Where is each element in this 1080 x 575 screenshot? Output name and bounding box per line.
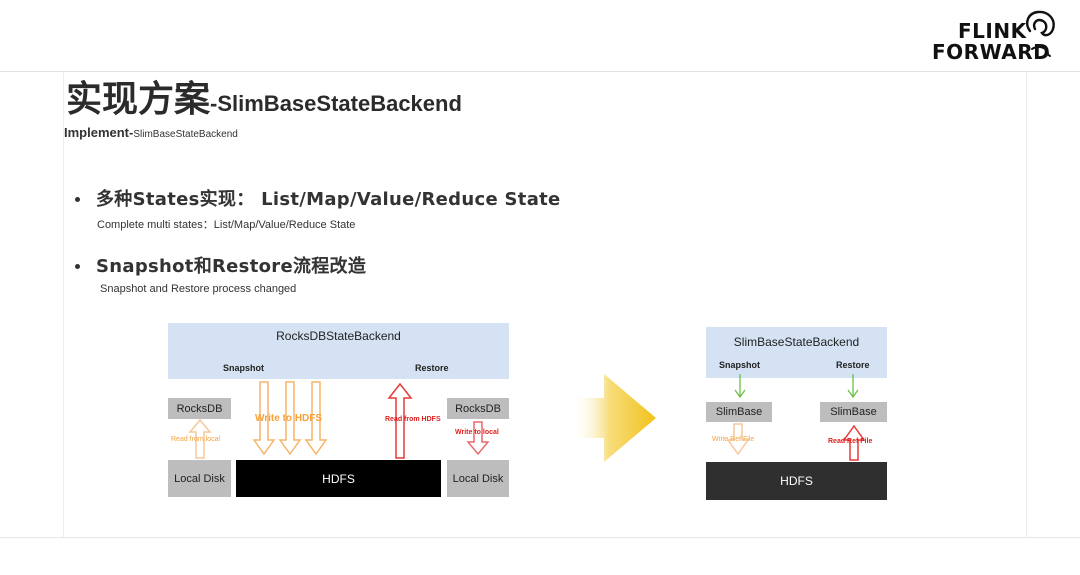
- restore-green-arrow: [847, 374, 859, 399]
- page-subtitle: Implement-SlimBaseStateBackend: [64, 124, 238, 142]
- write-to-local-arrow: [466, 421, 490, 456]
- transition-arrow-icon: [572, 374, 656, 462]
- title-chinese: 实现方案: [66, 79, 211, 120]
- hdfs-box-left: HDFS: [236, 460, 441, 497]
- bullet-dot: [75, 264, 80, 269]
- squirrel-icon: [1026, 10, 1055, 57]
- rocksdb-header-label: RocksDBStateBackend: [276, 329, 401, 343]
- read-ref-file-label: Read Ref File: [828, 438, 873, 445]
- bullet-1-subtext: Complete multi states：List/Map/Value/Red…: [97, 219, 356, 231]
- write-to-hdfs-label: Write to HDFS: [255, 413, 323, 424]
- subtitle-main: Implement-: [64, 125, 134, 140]
- bullet-dot: [75, 197, 80, 202]
- bullet-2-text: Snapshot和Restore流程改造: [96, 256, 367, 277]
- write-to-local-label: Write to local: [455, 429, 499, 436]
- local-disk-box-right: Local Disk: [447, 460, 509, 497]
- right-flow-arrows: [726, 374, 866, 461]
- slimbase-header-label: SlimBaseStateBackend: [733, 335, 860, 349]
- flink-forward-logo: FLINK FORWARD: [932, 9, 1060, 65]
- hdfs-box-right: HDFS: [706, 462, 887, 500]
- subtitle-small: SlimBaseStateBackend: [133, 129, 238, 140]
- read-from-hdfs-label: Read from HDFS: [385, 416, 441, 423]
- bullet-2-subtext: Snapshot and Restore process changed: [100, 283, 297, 295]
- left-snapshot-label: Snapshot: [223, 363, 265, 373]
- left-restore-label: Restore: [415, 363, 449, 373]
- footer-divider: [0, 537, 1080, 538]
- right-restore-label: Restore: [836, 360, 870, 370]
- snapshot-green-arrow: [734, 374, 746, 399]
- bullet-1-text: 多种States实现： List/Map/Value/Reduce State: [96, 189, 561, 210]
- right-snapshot-label: Snapshot: [719, 360, 761, 370]
- local-disk-box-left: Local Disk: [168, 460, 231, 497]
- title-english: -SlimBaseStateBackend: [210, 91, 462, 116]
- page-title: 实现方案-SlimBaseStateBackend: [66, 70, 462, 122]
- read-from-local-label: Read from local: [171, 436, 221, 443]
- left-flow-arrows: [188, 381, 490, 459]
- write-ref-file-label: Write Ref File: [712, 436, 755, 443]
